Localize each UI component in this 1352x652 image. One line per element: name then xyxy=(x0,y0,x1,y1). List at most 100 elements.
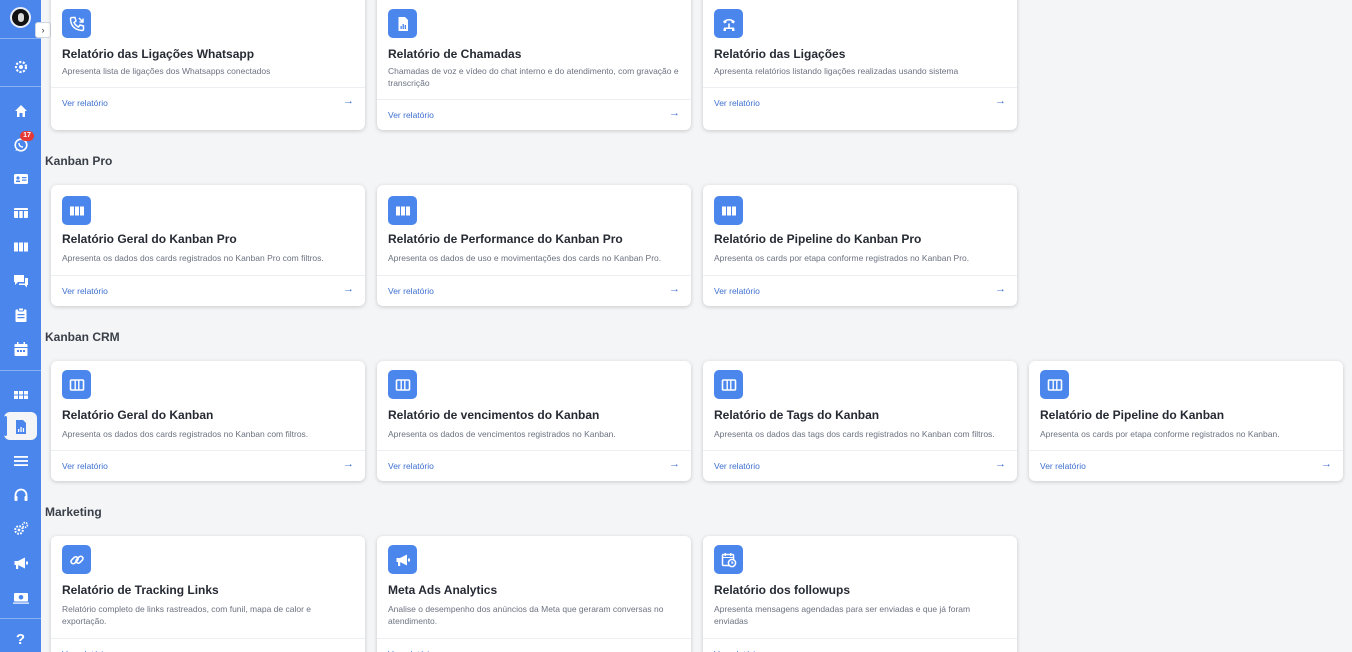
arrow-right-icon[interactable]: → xyxy=(343,646,354,652)
megaphone-icon[interactable] xyxy=(10,552,31,573)
card-title: Relatório Geral do Kanban Pro xyxy=(62,232,237,246)
card-title: Relatório dos followups xyxy=(714,583,851,597)
kanban-columns-icon xyxy=(388,370,417,399)
card-footer: Ver relatório → xyxy=(377,450,691,481)
reports-icon[interactable] xyxy=(10,416,31,437)
kanban-board-icon xyxy=(388,196,417,225)
card-footer: Ver relatório → xyxy=(703,638,1017,652)
report-card[interactable]: Relatório das Ligações Apresenta relatór… xyxy=(703,0,1017,130)
ver-relatorio-link[interactable]: Ver relatório xyxy=(714,98,760,108)
card-title: Relatório das Ligações xyxy=(714,47,846,61)
arrow-right-icon[interactable]: → xyxy=(1321,458,1332,470)
ver-relatorio-link[interactable]: Ver relatório xyxy=(714,286,760,296)
arrow-right-icon[interactable]: → xyxy=(343,95,354,107)
settings-icon[interactable] xyxy=(10,56,31,77)
card-title: Relatório de Chamadas xyxy=(388,47,522,61)
ver-relatorio-link[interactable]: Ver relatório xyxy=(388,110,434,120)
phone-transfer-icon xyxy=(62,9,91,38)
notification-badge: 17 xyxy=(20,131,34,141)
section-title: Kanban CRM xyxy=(45,330,120,344)
ver-relatorio-link[interactable]: Ver relatório xyxy=(62,461,108,471)
link-icon xyxy=(62,545,91,574)
kanban-pro-icon[interactable] xyxy=(10,236,31,257)
card-title: Relatório das Ligações Whatsapp xyxy=(62,47,255,61)
arrow-right-icon[interactable]: → xyxy=(995,95,1006,107)
report-card[interactable]: Relatório de vencimentos do Kanban Apres… xyxy=(377,361,691,481)
card-footer: Ver relatório → xyxy=(703,450,1017,481)
arrow-right-icon[interactable]: → xyxy=(669,283,680,295)
ver-relatorio-link[interactable]: Ver relatório xyxy=(714,461,760,471)
report-card[interactable]: Relatório de Tags do Kanban Apresenta os… xyxy=(703,361,1017,481)
money-icon[interactable] xyxy=(10,586,31,607)
report-card[interactable]: Relatório de Pipeline do Kanban Apresent… xyxy=(1029,361,1343,481)
card-footer: Ver relatório → xyxy=(703,275,1017,306)
home-icon[interactable] xyxy=(10,100,31,121)
report-card[interactable]: Relatório de Tracking Links Relatório co… xyxy=(51,536,365,652)
card-title: Relatório de Pipeline do Kanban xyxy=(1040,408,1225,422)
megaphone-icon xyxy=(388,545,417,574)
chart-file-icon xyxy=(388,9,417,38)
user-avatar[interactable] xyxy=(10,7,31,28)
card-description: Apresenta relatórios listando ligações r… xyxy=(714,66,959,76)
ver-relatorio-link[interactable]: Ver relatório xyxy=(62,98,108,108)
chat-icon[interactable] xyxy=(10,270,31,291)
report-card[interactable]: Relatório de Pipeline do Kanban Pro Apre… xyxy=(703,185,1017,306)
card-footer: Ver relatório → xyxy=(377,638,691,652)
arrow-right-icon[interactable]: → xyxy=(343,283,354,295)
arrow-right-icon[interactable]: → xyxy=(669,646,680,652)
ver-relatorio-link[interactable]: Ver relatório xyxy=(388,461,434,471)
card-description: Relatório completo de links rastreados, … xyxy=(62,604,311,626)
report-card[interactable]: Relatório de Performance do Kanban Pro A… xyxy=(377,185,691,306)
report-card[interactable]: Meta Ads Analytics Analise o desempenho … xyxy=(377,536,691,652)
list-icon[interactable] xyxy=(10,450,31,471)
contact-card-icon[interactable] xyxy=(10,168,31,189)
phone-network-icon xyxy=(714,9,743,38)
sidebar-expand-button[interactable]: › xyxy=(35,22,51,38)
report-card[interactable]: Relatório dos followups Apresenta mensag… xyxy=(703,536,1017,652)
arrow-right-icon[interactable]: → xyxy=(343,458,354,470)
dashboard-icon[interactable] xyxy=(10,384,31,405)
help-icon[interactable]: ? xyxy=(10,629,31,650)
arrow-right-icon[interactable]: → xyxy=(995,646,1006,652)
section-title: Marketing xyxy=(45,505,102,519)
sidebar-active-indicator xyxy=(4,416,7,436)
card-title: Relatório de Pipeline do Kanban Pro xyxy=(714,232,922,246)
arrow-right-icon[interactable]: → xyxy=(995,458,1006,470)
card-description: Apresenta lista de ligações dos Whatsapp… xyxy=(62,66,271,76)
kanban-columns-icon xyxy=(62,370,91,399)
card-description: Apresenta mensagens agendadas para ser e… xyxy=(714,604,971,626)
card-footer: Ver relatório → xyxy=(377,99,691,130)
arrow-right-icon[interactable]: → xyxy=(669,458,680,470)
report-card[interactable]: Relatório Geral do Kanban Apresenta os d… xyxy=(51,361,365,481)
ver-relatorio-link[interactable]: Ver relatório xyxy=(62,286,108,296)
card-description: Apresenta os dados dos cards registrados… xyxy=(62,429,309,439)
card-description: Apresenta os cards por etapa conforme re… xyxy=(1040,429,1280,439)
arrow-right-icon[interactable]: → xyxy=(995,283,1006,295)
card-description: Apresenta os dados das tags dos cards re… xyxy=(714,429,995,439)
card-title: Meta Ads Analytics xyxy=(388,583,498,597)
kanban-board-icon xyxy=(62,196,91,225)
calendar-clock-icon xyxy=(714,545,743,574)
report-card[interactable]: Relatório de Chamadas Chamadas de voz e … xyxy=(377,0,691,130)
sidebar-divider xyxy=(0,38,41,39)
kanban-columns-icon xyxy=(1040,370,1069,399)
arrow-right-icon[interactable]: → xyxy=(669,107,680,119)
calendar-icon[interactable] xyxy=(10,338,31,359)
headset-icon[interactable] xyxy=(10,484,31,505)
card-title: Relatório de Tracking Links xyxy=(62,583,219,597)
sidebar-divider xyxy=(0,370,41,371)
ver-relatorio-link[interactable]: Ver relatório xyxy=(1040,461,1086,471)
sidebar: 17 ? xyxy=(0,0,41,652)
card-title: Relatório de Performance do Kanban Pro xyxy=(388,232,623,246)
ver-relatorio-link[interactable]: Ver relatório xyxy=(388,286,434,296)
clipboard-icon[interactable] xyxy=(10,304,31,325)
gears-icon[interactable] xyxy=(10,518,31,539)
report-card[interactable]: Relatório Geral do Kanban Pro Apresenta … xyxy=(51,185,365,306)
report-card[interactable]: Relatório das Ligações Whatsapp Apresent… xyxy=(51,0,365,130)
section-title: Kanban Pro xyxy=(45,154,113,168)
sidebar-divider xyxy=(0,86,41,87)
card-title: Relatório de vencimentos do Kanban xyxy=(388,408,600,422)
kanban-columns-icon xyxy=(714,370,743,399)
kanban-icon[interactable] xyxy=(10,202,31,223)
card-footer: Ver relatório → xyxy=(51,638,365,652)
